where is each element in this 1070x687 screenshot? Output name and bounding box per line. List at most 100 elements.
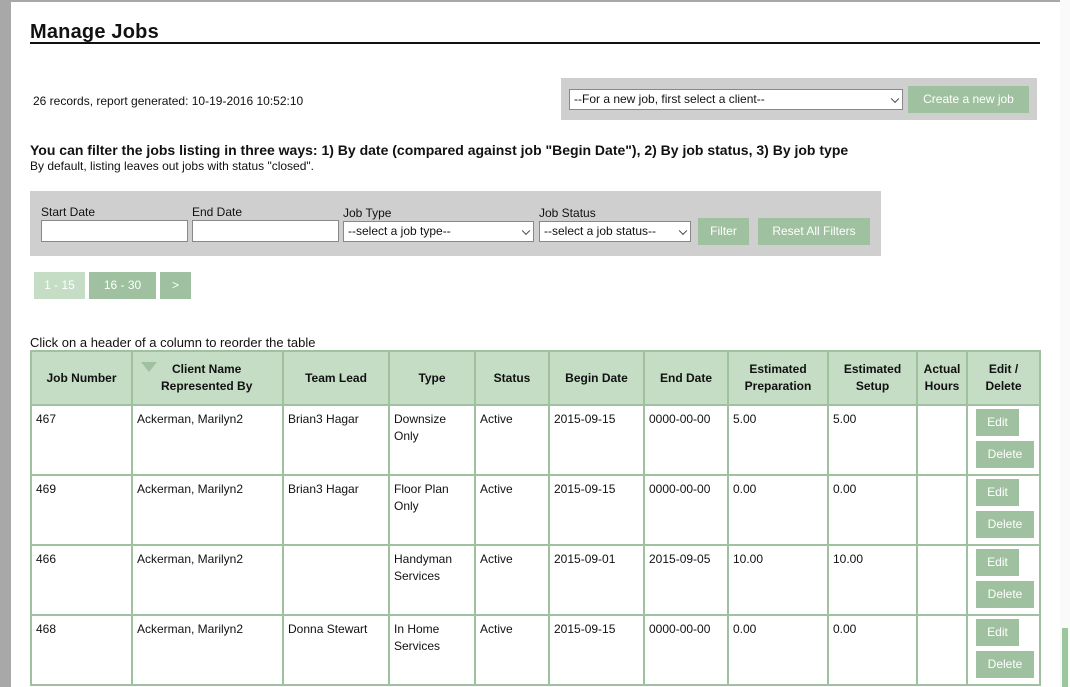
page-container: Manage Jobs 26 records, report generated… (11, 2, 1060, 687)
new-job-panel: --For a new job, first select a client--… (561, 78, 1037, 120)
cell-type-line1: Downsize (394, 412, 447, 426)
cell-est-preparation: 0.00 (727, 614, 829, 686)
header-edit-line2: Delete (985, 379, 1022, 393)
header-team-lead-label: Team Lead (305, 370, 367, 385)
header-client-line2: Represented By (161, 379, 253, 393)
header-begin-date[interactable]: Begin Date (548, 350, 645, 406)
cell-type-line2: Services (394, 639, 441, 653)
cell-end-date: 0000-00-00 (643, 614, 729, 686)
header-edit-delete: Edit / Delete (966, 350, 1041, 406)
window-right-edge (1060, 0, 1070, 687)
cell-est-setup: 0.00 (827, 474, 918, 546)
cell-status: Active (474, 404, 550, 476)
job-status-select[interactable]: --select a job status-- (539, 221, 691, 242)
client-select-value: --For a new job, first select a client-- (574, 92, 765, 106)
delete-button[interactable]: Delete (976, 511, 1034, 538)
header-estimated-preparation[interactable]: Estimated Preparation (727, 350, 829, 406)
cell-actions: Edit Delete (966, 404, 1041, 476)
header-prep-line1: Estimated (749, 362, 807, 376)
cell-type: In Home Services (388, 614, 476, 686)
next-page-button[interactable]: > (160, 272, 191, 299)
cell-type-line2: Only (394, 429, 419, 443)
cell-job-number: 469 (30, 474, 133, 546)
edit-button[interactable]: Edit (976, 479, 1019, 506)
cell-client: Ackerman, Marilyn2 (131, 404, 284, 476)
cell-actions: Edit Delete (966, 544, 1041, 616)
delete-button[interactable]: Delete (976, 651, 1034, 678)
header-end-date[interactable]: End Date (643, 350, 729, 406)
cell-client: Ackerman, Marilyn2 (131, 544, 284, 616)
cell-job-number: 466 (30, 544, 133, 616)
job-type-select[interactable]: --select a job type-- (343, 221, 534, 242)
filter-panel: Start Date End Date Job Type --select a … (30, 191, 881, 256)
table-row: 466 Ackerman, Marilyn2 Handyman Services … (30, 544, 1041, 616)
header-actual-line2: Hours (924, 379, 960, 393)
table-row: 468 Ackerman, Marilyn2 Donna Stewart In … (30, 614, 1041, 686)
page-16-30-button[interactable]: 16 - 30 (89, 272, 156, 299)
cell-status: Active (474, 474, 550, 546)
header-setup-line2: Setup (855, 379, 890, 393)
cell-actions: Edit Delete (966, 614, 1041, 686)
edit-button[interactable]: Edit (976, 549, 1019, 576)
cell-job-number: 467 (30, 404, 133, 476)
cell-job-number: 468 (30, 614, 133, 686)
edit-button[interactable]: Edit (976, 409, 1019, 436)
edit-button[interactable]: Edit (976, 619, 1019, 646)
header-actual-hours[interactable]: Actual Hours (916, 350, 968, 406)
table-header-row: Job Number Client Name Represented By Tea… (30, 350, 1041, 406)
cell-begin-date: 2015-09-15 (548, 474, 645, 546)
cell-begin-date: 2015-09-01 (548, 544, 645, 616)
cell-actual-hours (916, 614, 968, 686)
cell-status: Active (474, 544, 550, 616)
cell-type: Floor Plan Only (388, 474, 476, 546)
reset-filters-button[interactable]: Reset All Filters (758, 218, 870, 245)
cell-actual-hours (916, 404, 968, 476)
cell-begin-date: 2015-09-15 (548, 614, 645, 686)
start-date-label: Start Date (41, 205, 96, 219)
page-title: Manage Jobs (30, 21, 159, 43)
header-setup-line1: Estimated (843, 362, 902, 376)
end-date-input[interactable] (192, 220, 339, 242)
header-end-date-label: End Date (659, 370, 712, 385)
job-type-value: --select a job type-- (348, 224, 451, 238)
table-hint: Click on a header of a column to reorder… (30, 335, 316, 350)
header-type-label: Type (418, 370, 446, 385)
header-team-lead[interactable]: Team Lead (282, 350, 390, 406)
cell-est-preparation: 5.00 (727, 404, 829, 476)
delete-button[interactable]: Delete (976, 441, 1034, 468)
start-date-input[interactable] (41, 220, 188, 242)
cell-client: Ackerman, Marilyn2 (131, 474, 284, 546)
header-estimated-setup[interactable]: Estimated Setup (827, 350, 918, 406)
header-client-name[interactable]: Client Name Represented By (131, 350, 284, 406)
cell-team-lead: Brian3 Hagar (282, 474, 390, 546)
cell-client: Ackerman, Marilyn2 (131, 614, 284, 686)
cell-est-preparation: 0.00 (727, 474, 829, 546)
cell-type-line2: Services (394, 569, 441, 583)
chevron-down-icon (521, 226, 531, 235)
header-edit-line1: Edit / (988, 362, 1019, 376)
header-job-number-label: Job Number (46, 370, 117, 385)
client-select[interactable]: --For a new job, first select a client-- (569, 89, 903, 110)
cell-actual-hours (916, 474, 968, 546)
header-actual-line1: Actual (923, 362, 961, 376)
header-client-line1: Client Name (172, 362, 242, 376)
cell-type-line2: Only (394, 499, 419, 513)
cell-type-line1: Handyman (394, 552, 453, 566)
job-status-label: Job Status (539, 206, 596, 220)
filter-button[interactable]: Filter (698, 218, 749, 245)
create-new-job-button[interactable]: Create a new job (908, 86, 1029, 113)
table-row: 469 Ackerman, Marilyn2 Brian3 Hagar Floo… (30, 474, 1041, 546)
filter-instructions: You can filter the jobs listing in three… (30, 142, 849, 158)
chevron-down-icon (890, 94, 900, 103)
cell-end-date: 0000-00-00 (643, 404, 729, 476)
header-job-number[interactable]: Job Number (30, 350, 133, 406)
cell-end-date: 0000-00-00 (643, 474, 729, 546)
scroll-indicator (1062, 628, 1068, 687)
delete-button[interactable]: Delete (976, 581, 1034, 608)
header-status[interactable]: Status (474, 350, 550, 406)
cell-type: Handyman Services (388, 544, 476, 616)
cell-status: Active (474, 614, 550, 686)
header-type[interactable]: Type (388, 350, 476, 406)
sort-descending-icon (141, 362, 157, 372)
page-1-15-button[interactable]: 1 - 15 (34, 272, 85, 299)
